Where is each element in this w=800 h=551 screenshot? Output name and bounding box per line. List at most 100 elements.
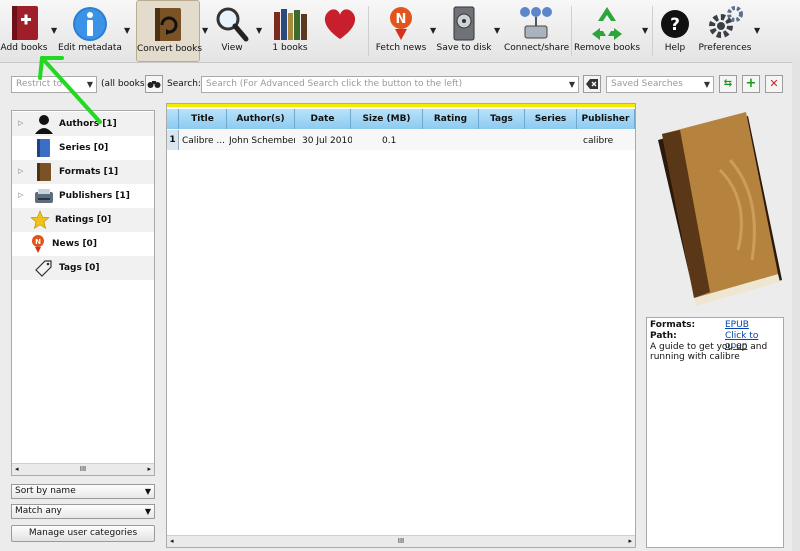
svg-text:N: N bbox=[35, 238, 41, 246]
highlight-bar bbox=[167, 104, 635, 107]
column-header-date[interactable]: Date bbox=[295, 109, 351, 129]
scroll-left-icon[interactable]: ◂ bbox=[170, 537, 174, 545]
formats-label: Formats: bbox=[650, 320, 696, 330]
plus-icon: + bbox=[745, 76, 757, 91]
tag-category-news[interactable]: N News [0] bbox=[12, 232, 154, 256]
disk-icon bbox=[453, 6, 475, 41]
expand-arrow-icon[interactable]: ▷ bbox=[18, 167, 23, 175]
column-header-series[interactable]: Series bbox=[525, 109, 577, 129]
delete-icon: ✕ bbox=[769, 77, 779, 90]
preferences-dropdown-arrow[interactable]: ▼ bbox=[754, 26, 760, 35]
clear-search-button[interactable] bbox=[583, 75, 601, 93]
chevron-down-icon: ▼ bbox=[703, 80, 710, 89]
help-label: Help bbox=[664, 43, 686, 53]
star-icon bbox=[30, 210, 50, 230]
edit-metadata-dropdown-arrow[interactable]: ▼ bbox=[124, 26, 130, 35]
news-icon: N bbox=[390, 7, 412, 40]
connect-share-button[interactable]: Connect/share bbox=[504, 0, 570, 62]
column-header-authors[interactable]: Author(s) bbox=[227, 109, 295, 129]
gear-icon bbox=[709, 6, 743, 38]
network-icon bbox=[520, 7, 552, 39]
tag-category-ratings[interactable]: Ratings [0] bbox=[12, 208, 154, 232]
main-toolbar: Add books ▼ Edit metadata ▼ Convert book… bbox=[0, 0, 800, 63]
advanced-search-button[interactable] bbox=[145, 75, 163, 93]
tag-category-label: Publishers [1] bbox=[59, 191, 130, 201]
book-list: Title Author(s) Date Size (MB) Rating Ta… bbox=[166, 103, 636, 548]
remove-books-label: Remove books bbox=[574, 43, 641, 53]
preferences-button[interactable]: Preferences bbox=[698, 0, 752, 62]
cell-title: Calibre ... bbox=[182, 136, 225, 146]
book-list-scrollbar[interactable]: ◂ III ▸ bbox=[167, 535, 635, 547]
connect-share-label: Connect/share bbox=[504, 43, 570, 53]
printing-press-icon bbox=[35, 189, 53, 203]
cell-date: 30 Jul 2010 bbox=[302, 136, 352, 146]
remove-books-button[interactable]: Remove books bbox=[574, 0, 640, 62]
expand-arrow-icon[interactable]: ▷ bbox=[18, 119, 23, 127]
tag-browser: ▷ Authors [1] Series [0] ▷ Formats [1] ▷… bbox=[11, 110, 155, 476]
tag-category-label: Tags [0] bbox=[59, 263, 100, 273]
tag-category-series[interactable]: Series [0] bbox=[12, 136, 154, 160]
scroll-grip-icon[interactable]: III bbox=[398, 537, 404, 545]
book-cover-image[interactable] bbox=[650, 110, 790, 310]
table-row[interactable]: 1 Calibre ... John Schember 30 Jul 2010 … bbox=[167, 130, 635, 150]
book-description: A guide to get you up and running with c… bbox=[650, 342, 768, 362]
add-books-dropdown-arrow[interactable]: ▼ bbox=[51, 26, 57, 35]
corner-cell bbox=[167, 109, 179, 129]
fetch-news-label: Fetch news bbox=[375, 43, 427, 53]
remove-books-dropdown-arrow[interactable]: ▼ bbox=[642, 26, 648, 35]
preferences-label: Preferences bbox=[698, 43, 752, 53]
search-input[interactable]: Search (For Advanced Search click the bu… bbox=[201, 76, 579, 93]
column-header-tags[interactable]: Tags bbox=[479, 109, 525, 129]
match-select[interactable]: Match any ▼ bbox=[11, 504, 155, 519]
column-header-publisher[interactable]: Publisher bbox=[577, 109, 635, 129]
tag-category-label: Formats [1] bbox=[59, 167, 119, 177]
scroll-left-icon[interactable]: ◂ bbox=[15, 465, 19, 473]
save-to-disk-button[interactable]: Save to disk bbox=[436, 0, 492, 62]
convert-books-dropdown-arrow[interactable]: ▼ bbox=[202, 26, 208, 35]
library-button[interactable]: 1 books bbox=[266, 0, 314, 62]
window-edge-scrollbar[interactable] bbox=[792, 60, 800, 551]
tag-category-tags[interactable]: Tags [0] bbox=[12, 256, 154, 280]
donate-button[interactable] bbox=[318, 0, 362, 62]
tag-category-publishers[interactable]: ▷ Publishers [1] bbox=[12, 184, 154, 208]
formats-link[interactable]: EPUB bbox=[725, 320, 749, 330]
search-label: Search: bbox=[167, 79, 201, 89]
convert-books-button[interactable]: Convert books bbox=[136, 0, 202, 62]
save-search-button[interactable]: + bbox=[742, 75, 760, 93]
expand-arrow-icon[interactable]: ▷ bbox=[18, 191, 23, 199]
series-books-icon bbox=[37, 139, 50, 157]
row-number[interactable]: 1 bbox=[167, 130, 179, 150]
magnifier-icon bbox=[216, 7, 249, 42]
saved-searches-combo[interactable]: Saved Searches ▼ bbox=[606, 76, 714, 93]
delete-search-button[interactable]: ✕ bbox=[765, 75, 783, 93]
library-books-icon bbox=[274, 9, 307, 40]
view-dropdown-arrow[interactable]: ▼ bbox=[256, 26, 262, 35]
scroll-grip-icon[interactable]: III bbox=[80, 465, 86, 473]
chevron-down-icon: ▼ bbox=[568, 80, 575, 89]
info-icon bbox=[73, 7, 107, 41]
toolbar-separator bbox=[368, 6, 369, 56]
fetch-news-button[interactable]: N Fetch news bbox=[374, 0, 428, 62]
help-button[interactable]: ? Help bbox=[656, 0, 694, 62]
save-to-disk-dropdown-arrow[interactable]: ▼ bbox=[494, 26, 500, 35]
column-header-size[interactable]: Size (MB) bbox=[351, 109, 423, 129]
manage-user-categories-button[interactable]: Manage user categories bbox=[11, 525, 155, 542]
tag-category-formats[interactable]: ▷ Formats [1] bbox=[12, 160, 154, 184]
column-header-title[interactable]: Title bbox=[179, 109, 227, 129]
match-value: Match any bbox=[15, 506, 62, 516]
sort-by-select[interactable]: Sort by name ▼ bbox=[11, 484, 155, 499]
scroll-right-icon[interactable]: ▸ bbox=[628, 537, 632, 545]
annotation-arrow bbox=[38, 56, 102, 124]
saved-searches-text: Saved Searches bbox=[611, 79, 683, 89]
chevron-down-icon: ▼ bbox=[144, 507, 151, 516]
scroll-right-icon[interactable]: ▸ bbox=[147, 465, 151, 473]
book-format-icon bbox=[37, 163, 51, 181]
library-label: 1 books bbox=[272, 43, 308, 53]
copy-search-button[interactable]: ⇆ bbox=[719, 75, 737, 93]
view-button[interactable]: View bbox=[212, 0, 252, 62]
tag-browser-scrollbar[interactable]: ◂ III ▸ bbox=[12, 463, 154, 475]
view-label: View bbox=[221, 43, 243, 53]
news-icon: N bbox=[32, 235, 44, 253]
column-header-rating[interactable]: Rating bbox=[423, 109, 479, 129]
binoculars-icon bbox=[147, 81, 161, 88]
